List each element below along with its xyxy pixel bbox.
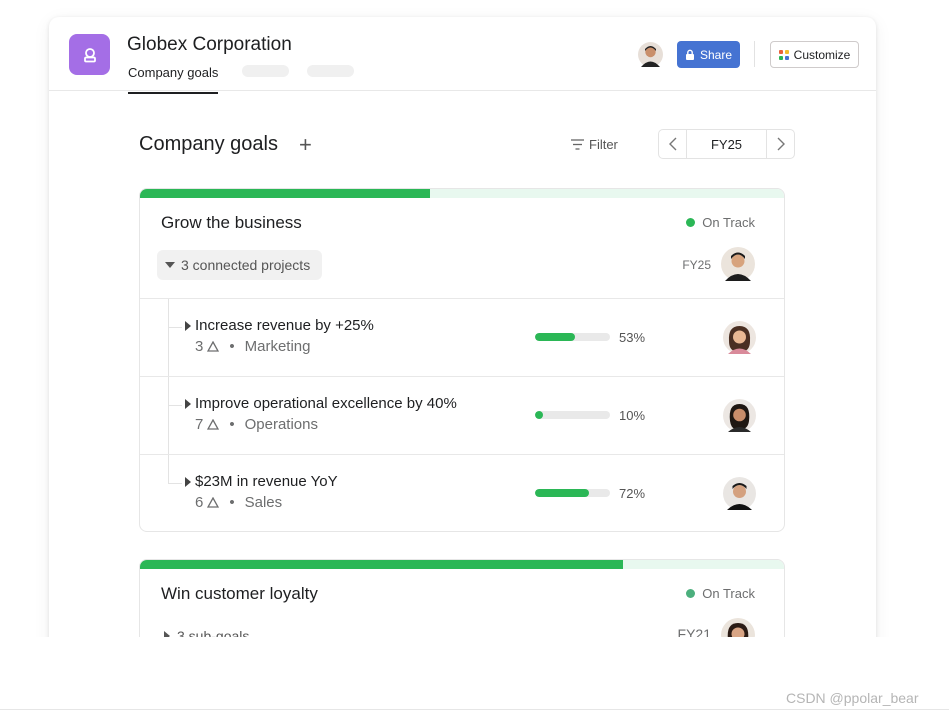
team-logo-icon: [83, 47, 96, 62]
meta-separator: •: [229, 416, 235, 433]
header-divider: [754, 41, 755, 67]
subgoal-owner-avatar[interactable]: [723, 321, 756, 354]
subgoal-count: 3: [195, 338, 204, 355]
subgoal-meta: 3 • Marketing: [195, 338, 310, 355]
subgoal-team: Marketing: [244, 338, 311, 355]
goal-triangle-icon: [207, 341, 220, 352]
connected-projects-label: 3 connected projects: [181, 257, 311, 273]
subgoal-progress-label: 10%: [619, 408, 646, 423]
goal-progress-fill: [140, 189, 430, 198]
customize-label: Customize: [793, 47, 851, 62]
filter-button[interactable]: Filter: [571, 137, 618, 152]
goal-title[interactable]: Win customer loyalty: [161, 584, 318, 604]
goal-status: On Track: [686, 215, 755, 230]
share-button[interactable]: Share: [677, 41, 740, 68]
subgoal-row[interactable]: Improve operational excellence by 40% 7 …: [140, 377, 784, 455]
period-next-button[interactable]: [767, 130, 794, 158]
caret-right-icon[interactable]: [185, 477, 191, 487]
customize-button[interactable]: Customize: [770, 41, 859, 68]
tree-line: [168, 299, 169, 376]
goal-status: On Track: [686, 586, 755, 601]
lock-icon: [685, 49, 694, 60]
subgoal-owner-avatar[interactable]: [723, 477, 756, 510]
app-window: Globex Corporation Company goals Share C…: [49, 17, 876, 657]
subgoal-progress-label: 53%: [619, 330, 646, 345]
tab-placeholder-1[interactable]: [242, 65, 289, 77]
status-dot-icon: [686, 218, 696, 227]
tree-branch: [168, 327, 182, 328]
subgoal-row[interactable]: $23M in revenue YoY 6 • Sales 72%: [140, 455, 784, 531]
subgoal-list: Increase revenue by +25% 3 • Marketing 5…: [140, 298, 784, 531]
subgoal-team: Operations: [244, 416, 318, 433]
user-avatar[interactable]: [638, 42, 663, 67]
goal-period: FY25: [682, 258, 711, 272]
caret-right-icon[interactable]: [185, 321, 191, 331]
meta-separator: •: [229, 494, 235, 511]
org-name: Globex Corporation: [127, 34, 292, 55]
page-title: Company goals: [139, 133, 278, 155]
goal-title[interactable]: Grow the business: [161, 213, 302, 233]
subgoal-count: 7: [195, 416, 204, 433]
tree-line: [168, 455, 169, 484]
subgoal-title[interactable]: Improve operational excellence by 40%: [195, 395, 457, 412]
subgoal-meta: 6 • Sales: [195, 494, 282, 511]
chevron-left-icon: [668, 137, 676, 151]
subgoal-title[interactable]: $23M in revenue YoY: [195, 473, 338, 490]
filter-label: Filter: [589, 137, 618, 152]
subgoal-progress-bar: [535, 333, 610, 341]
subgoal-progress-bar: [535, 411, 610, 419]
goal-triangle-icon: [207, 419, 220, 430]
customize-grid-icon: [778, 49, 789, 60]
subgoal-progress-bar: [535, 489, 610, 497]
tab-placeholder-2[interactable]: [307, 65, 354, 77]
tab-company-goals[interactable]: Company goals: [128, 65, 219, 94]
goal-owner-avatar[interactable]: [721, 247, 755, 281]
caret-down-icon: [165, 261, 175, 268]
goal-progress-fill: [140, 560, 623, 569]
subgoal-progress-fill: [535, 411, 543, 419]
subgoal-team: Sales: [244, 494, 283, 511]
watermark: CSDN @ppolar_bear: [786, 690, 919, 706]
bottom-divider: [0, 709, 949, 710]
subgoal-count: 6: [195, 494, 204, 511]
subgoal-progress-fill: [535, 489, 589, 497]
share-label: Share: [699, 47, 733, 62]
app-logo[interactable]: [69, 34, 110, 75]
status-label: On Track: [702, 586, 755, 601]
filter-icon: [571, 139, 584, 150]
goal-card-grow-the-business[interactable]: Grow the business On Track 3 connected p…: [139, 188, 785, 532]
period-selector: FY25: [658, 129, 795, 159]
goal-progress-bar: [140, 560, 784, 569]
subgoal-title[interactable]: Increase revenue by +25%: [195, 317, 374, 334]
connected-projects-toggle[interactable]: 3 connected projects: [157, 250, 323, 280]
tree-branch: [168, 483, 182, 484]
subgoal-meta: 7 • Operations: [195, 416, 318, 433]
tree-line: [168, 377, 169, 454]
chevron-right-icon: [777, 137, 785, 151]
app-header: Globex Corporation Company goals Share C…: [49, 17, 876, 94]
goal-progress-bar: [140, 189, 784, 198]
caret-right-icon[interactable]: [185, 399, 191, 409]
add-goal-plus-icon[interactable]: +: [299, 134, 312, 156]
subgoal-progress-fill: [535, 333, 575, 341]
subgoal-progress-label: 72%: [619, 486, 646, 501]
subgoal-owner-avatar[interactable]: [723, 399, 756, 432]
goal-triangle-icon: [207, 497, 220, 508]
tree-branch: [168, 405, 182, 406]
period-prev-button[interactable]: [659, 130, 686, 158]
period-label[interactable]: FY25: [686, 130, 767, 158]
status-dot-icon: [686, 589, 696, 598]
status-label: On Track: [702, 215, 755, 230]
meta-separator: •: [229, 338, 235, 355]
subgoal-row[interactable]: Increase revenue by +25% 3 • Marketing 5…: [140, 299, 784, 377]
